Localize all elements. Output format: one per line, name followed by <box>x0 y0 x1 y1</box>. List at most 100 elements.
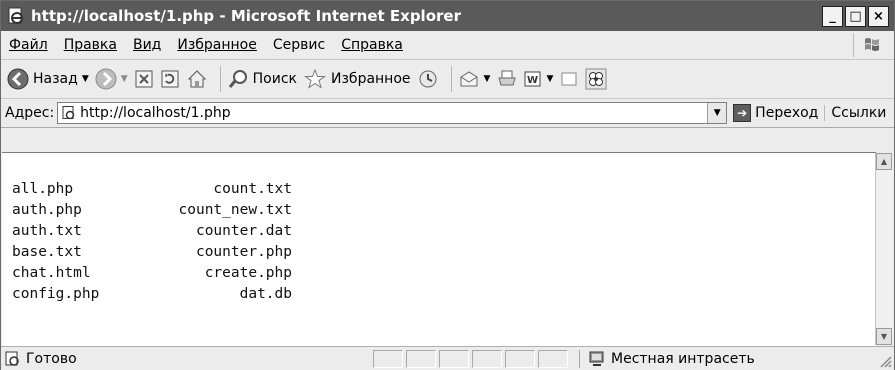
word-icon: W <box>524 71 541 87</box>
discuss-button[interactable] <box>559 69 579 89</box>
stop-button[interactable] <box>134 69 154 89</box>
go-button[interactable]: ➔ Переход <box>733 104 818 122</box>
menu-help-label: Справка <box>341 37 403 53</box>
file-name-right: count_new.txt <box>178 202 293 218</box>
address-url: http://localhost/1.php <box>80 105 231 121</box>
menu-tools[interactable]: Сервис <box>265 37 333 53</box>
intranet-icon <box>589 351 604 366</box>
menu-favorites[interactable]: Избранное <box>169 37 265 53</box>
back-label: Назад <box>33 71 78 87</box>
list-item: all.php count.txt <box>12 179 292 200</box>
toolbar-separator <box>450 66 452 92</box>
menu-tools-label: Сервис <box>272 37 326 53</box>
address-dropdown-icon[interactable]: ▼ <box>707 103 727 123</box>
scroll-down-button[interactable]: ▼ <box>876 328 892 345</box>
status-text-area: Готово <box>1 351 373 367</box>
history-button[interactable] <box>417 68 439 90</box>
menu-edit[interactable]: Правка <box>56 37 125 53</box>
home-button[interactable] <box>186 68 208 90</box>
menu-bar: Файл Правка Вид Избранное Сервис Справка <box>1 31 894 60</box>
file-name-right: counter.php <box>195 244 292 260</box>
menu-favorites-label: Избранное <box>177 37 257 53</box>
file-name-right: count.txt <box>213 181 292 197</box>
favorites-label: Избранное <box>331 71 411 87</box>
edit-word-button[interactable]: W ▼ <box>524 70 553 88</box>
ie-page-icon <box>8 7 23 24</box>
search-icon <box>228 70 247 88</box>
file-name-left: auth.php <box>12 202 82 218</box>
go-arrow-icon: ➔ <box>733 104 752 122</box>
maximize-button[interactable]: □ <box>845 5 866 27</box>
history-icon <box>419 70 437 88</box>
home-icon <box>187 70 206 88</box>
resize-grip-icon[interactable] <box>878 354 892 368</box>
file-name-right: dat.db <box>239 286 292 302</box>
address-bar: Адрес: http://localhost/1.php ▼ ➔ Перехо… <box>1 99 894 128</box>
menu-help[interactable]: Справка <box>333 37 411 53</box>
links-button[interactable]: Ссылки <box>824 105 886 121</box>
security-zone[interactable]: Местная интрасеть <box>579 349 755 368</box>
status-panel <box>406 349 436 368</box>
standard-toolbar: Назад ▼ ▼ Поиск Избранное ▼ W ▼ <box>1 60 894 99</box>
file-name-left: chat.html <box>12 265 91 281</box>
toolbar-separator <box>219 66 221 92</box>
search-label: Поиск <box>252 71 298 87</box>
back-button[interactable]: Назад ▼ <box>7 68 89 90</box>
mail-button[interactable]: ▼ <box>458 68 491 90</box>
close-button[interactable]: × <box>868 5 889 27</box>
refresh-button[interactable] <box>160 69 180 89</box>
status-panel <box>538 349 568 368</box>
list-item: auth.txt counter.dat <box>12 221 292 242</box>
file-name-left: config.php <box>12 286 100 302</box>
file-name-left: all.php <box>12 181 74 197</box>
file-name-left: base.txt <box>12 244 82 260</box>
go-label: Переход <box>755 105 819 121</box>
menu-view[interactable]: Вид <box>125 37 169 53</box>
favorites-button[interactable]: Избранное <box>303 68 411 90</box>
browser-window: http://localhost/1.php - Microsoft Inter… <box>0 0 895 370</box>
discuss-icon <box>561 72 577 86</box>
mail-dropdown-icon[interactable]: ▼ <box>484 74 491 84</box>
word-dropdown-icon[interactable]: ▼ <box>546 74 553 84</box>
forward-dropdown-icon[interactable]: ▼ <box>121 74 128 84</box>
address-input[interactable]: http://localhost/1.php ▼ <box>57 102 728 124</box>
zone-label: Местная интрасеть <box>611 350 755 367</box>
window-controls: _ □ × <box>822 5 889 27</box>
file-listing: all.php count.txt auth.php count_new.txt a… <box>12 179 292 305</box>
status-panel <box>373 349 403 368</box>
menu-file[interactable]: Файл <box>1 37 56 53</box>
address-label: Адрес: <box>5 105 55 121</box>
menu-view-label: Вид <box>132 37 162 53</box>
title-bar: http://localhost/1.php - Microsoft Inter… <box>1 1 894 31</box>
favorites-star-icon <box>303 68 327 89</box>
minimize-button[interactable]: _ <box>822 5 843 27</box>
forward-button[interactable]: ▼ <box>95 68 128 90</box>
status-bar: Готово Местная интрасеть <box>1 346 894 370</box>
list-item: config.php dat.db <box>12 284 292 305</box>
print-icon <box>498 70 517 86</box>
svg-text:W: W <box>527 75 538 86</box>
page-content: all.php count.txt auth.php count_new.txt a… <box>2 152 876 346</box>
status-panel <box>505 349 535 368</box>
scroll-up-button[interactable]: ▲ <box>876 153 892 170</box>
vertical-scrollbar[interactable]: ▲ ▼ <box>875 153 893 345</box>
refresh-icon <box>161 70 179 88</box>
search-button[interactable]: Поиск <box>227 68 297 90</box>
list-item: chat.html create.php <box>12 263 292 284</box>
mail-icon <box>460 71 478 87</box>
ie-page-icon <box>62 106 75 120</box>
messenger-button[interactable] <box>585 68 607 90</box>
menu-file-label: Файл <box>9 37 48 53</box>
windows-logo-icon <box>853 33 890 57</box>
forward-icon <box>95 68 117 90</box>
ie-page-icon <box>5 351 19 366</box>
file-name-left: auth.txt <box>12 223 82 239</box>
list-item: auth.php count_new.txt <box>12 200 292 221</box>
back-icon <box>7 68 29 90</box>
back-dropdown-icon[interactable]: ▼ <box>82 74 89 84</box>
stop-icon <box>135 70 153 88</box>
status-text: Готово <box>26 350 77 367</box>
status-panel <box>472 349 502 368</box>
status-panel <box>439 349 469 368</box>
print-button[interactable] <box>496 68 518 90</box>
